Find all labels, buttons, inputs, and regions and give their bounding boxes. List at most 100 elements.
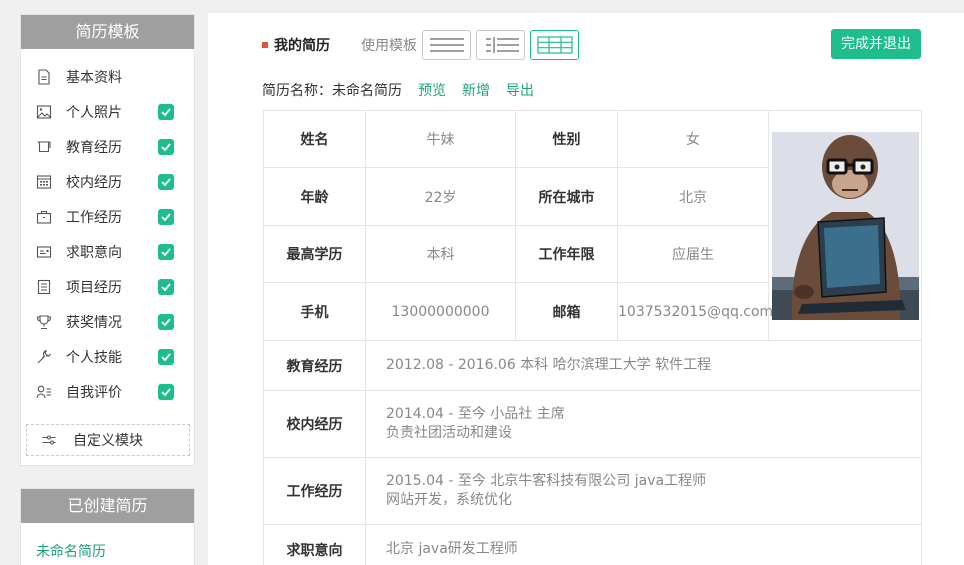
module-checkbox[interactable] <box>158 103 174 120</box>
avatar <box>771 131 919 320</box>
resume-name-value: 未命名简历 <box>332 83 402 99</box>
module-item-project[interactable]: 项目经历 <box>21 269 194 304</box>
email-value[interactable]: 1037532015@qq.com <box>617 282 773 341</box>
resume-table: 姓名 牛妹 性别 女 年龄 22岁 所在城市 北京 最高学历 本科 工作年限 应… <box>263 110 922 565</box>
layout-lines-icon <box>429 38 464 52</box>
table-row: 姓名 牛妹 性别 女 <box>263 110 922 341</box>
template-panel-title: 简历模板 <box>21 15 194 49</box>
city-value[interactable]: 北京 <box>617 167 769 226</box>
phone-value[interactable]: 13000000000 <box>365 282 516 341</box>
gender-value[interactable]: 女 <box>617 110 769 168</box>
name-label: 姓名 <box>263 110 366 168</box>
custom-module-button[interactable]: 自定义模块 <box>26 424 190 456</box>
module-checkbox[interactable] <box>158 383 174 400</box>
editor-main: 我的简历 使用模板 完成并退出 简历名称： 未命名简历 预览 新增 导出 姓名 … <box>208 13 964 565</box>
export-link[interactable]: 导出 <box>506 80 534 100</box>
module-item-intent[interactable]: 求职意向 <box>21 234 194 269</box>
intent-section-content[interactable]: 北京 java研发工程师 <box>365 524 922 565</box>
email-label: 邮箱 <box>515 282 618 341</box>
education-level-label: 最高学历 <box>263 225 366 283</box>
resume-name-row: 简历名称： 未命名简历 预览 新增 导出 <box>262 80 534 100</box>
module-item-education[interactable]: 教育经历 <box>21 129 194 164</box>
module-label: 教育经历 <box>66 139 122 156</box>
campus-line-1: 2014.04 - 至今 小品社 主席 <box>386 406 565 422</box>
photo-cell[interactable] <box>768 110 922 341</box>
table-row: 校内经历 2014.04 - 至今 小品社 主席 负责社团活动和建设 <box>263 390 922 458</box>
work-years-value[interactable]: 应届生 <box>617 225 769 283</box>
sliders-icon <box>41 432 57 448</box>
layout-grid-button[interactable] <box>530 30 579 60</box>
preview-link[interactable]: 预览 <box>418 80 446 100</box>
module-label: 基本资料 <box>66 69 122 86</box>
module-item-skills[interactable]: 个人技能 <box>21 339 194 374</box>
module-label: 个人技能 <box>66 349 122 366</box>
module-item-basic[interactable]: 基本资料 <box>21 59 194 94</box>
work-years-label: 工作年限 <box>515 225 618 283</box>
work-line-2: 网站开发，系统优化 <box>386 492 512 508</box>
my-resume-heading: 我的简历 <box>262 35 330 55</box>
education-line: 2012.08 - 2016.06 本科 哈尔滨理工大学 软件工程 <box>386 357 712 373</box>
age-label: 年龄 <box>263 167 366 226</box>
module-label: 校内经历 <box>66 174 122 191</box>
module-item-awards[interactable]: 获奖情况 <box>21 304 194 339</box>
toolbar: 我的简历 使用模板 <box>262 30 579 60</box>
bullet-marker <box>262 42 268 48</box>
created-panel-title: 已创建简历 <box>21 489 194 523</box>
graduation-icon <box>36 139 52 155</box>
name-value[interactable]: 牛妹 <box>365 110 516 168</box>
module-item-photo[interactable]: 个人照片 <box>21 94 194 129</box>
module-label: 项目经历 <box>66 279 122 296</box>
briefcase-icon <box>36 209 52 225</box>
module-item-work[interactable]: 工作经历 <box>21 199 194 234</box>
work-section-label: 工作经历 <box>263 457 366 525</box>
module-checkbox[interactable] <box>158 348 174 365</box>
list-doc-icon <box>36 279 52 295</box>
module-checkbox[interactable] <box>158 243 174 260</box>
calendar-icon <box>36 174 52 190</box>
id-card-icon <box>36 244 52 260</box>
work-section-content[interactable]: 2015.04 - 至今 北京牛客科技有限公司 java工程师 网站开发，系统优… <box>365 457 922 525</box>
created-resume-link[interactable]: 未命名简历 <box>21 523 194 561</box>
module-checkbox[interactable] <box>158 208 174 225</box>
module-checkbox[interactable] <box>158 278 174 295</box>
intent-section-label: 求职意向 <box>263 524 366 565</box>
layout-list-button[interactable] <box>476 30 525 60</box>
wrench-icon <box>36 349 52 365</box>
module-label: 自我评价 <box>66 384 122 401</box>
gender-label: 性别 <box>515 110 618 168</box>
education-section-label: 教育经历 <box>263 340 366 391</box>
layout-grid-icon <box>536 36 573 54</box>
module-item-campus[interactable]: 校内经历 <box>21 164 194 199</box>
campus-line-2: 负责社团活动和建设 <box>386 425 512 441</box>
module-checkbox[interactable] <box>158 313 174 330</box>
table-row: 工作经历 2015.04 - 至今 北京牛客科技有限公司 java工程师 网站开… <box>263 457 922 525</box>
module-checkbox[interactable] <box>158 173 174 190</box>
work-line-1: 2015.04 - 至今 北京牛客科技有限公司 java工程师 <box>386 473 707 489</box>
created-panel: 已创建简历 未命名简历 <box>20 488 195 565</box>
education-level-value[interactable]: 本科 <box>365 225 516 283</box>
table-row: 求职意向 北京 java研发工程师 <box>263 524 922 565</box>
finish-exit-button[interactable]: 完成并退出 <box>831 29 921 59</box>
custom-module-label: 自定义模块 <box>73 433 143 449</box>
module-item-self-eval[interactable]: 自我评价 <box>21 374 194 409</box>
user-list-icon <box>36 384 52 400</box>
module-label: 工作经历 <box>66 209 122 226</box>
layout-lines-button[interactable] <box>422 30 471 60</box>
campus-section-label: 校内经历 <box>263 390 366 458</box>
doc-icon <box>36 68 52 85</box>
module-list: 基本资料 个人照片 教育经历 校内经历 工作经历 求职意向 项目经历 获奖情况 … <box>21 49 194 409</box>
intent-line: 北京 java研发工程师 <box>386 541 518 557</box>
age-value[interactable]: 22岁 <box>365 167 516 226</box>
my-resume-label: 我的简历 <box>274 38 330 54</box>
module-checkbox[interactable] <box>158 138 174 155</box>
module-label: 个人照片 <box>66 104 122 121</box>
campus-section-content[interactable]: 2014.04 - 至今 小品社 主席 负责社团活动和建设 <box>365 390 922 458</box>
education-section-content[interactable]: 2012.08 - 2016.06 本科 哈尔滨理工大学 软件工程 <box>365 340 922 391</box>
layout-list-icon <box>485 37 519 53</box>
trophy-icon <box>36 314 52 330</box>
add-link[interactable]: 新增 <box>462 80 490 100</box>
resume-name-label: 简历名称： <box>262 83 332 99</box>
template-panel: 简历模板 基本资料 个人照片 教育经历 校内经历 工作经历 求职意向 项目经历 … <box>20 14 195 466</box>
use-template-label: 使用模板 <box>361 38 417 54</box>
city-label: 所在城市 <box>515 167 618 226</box>
